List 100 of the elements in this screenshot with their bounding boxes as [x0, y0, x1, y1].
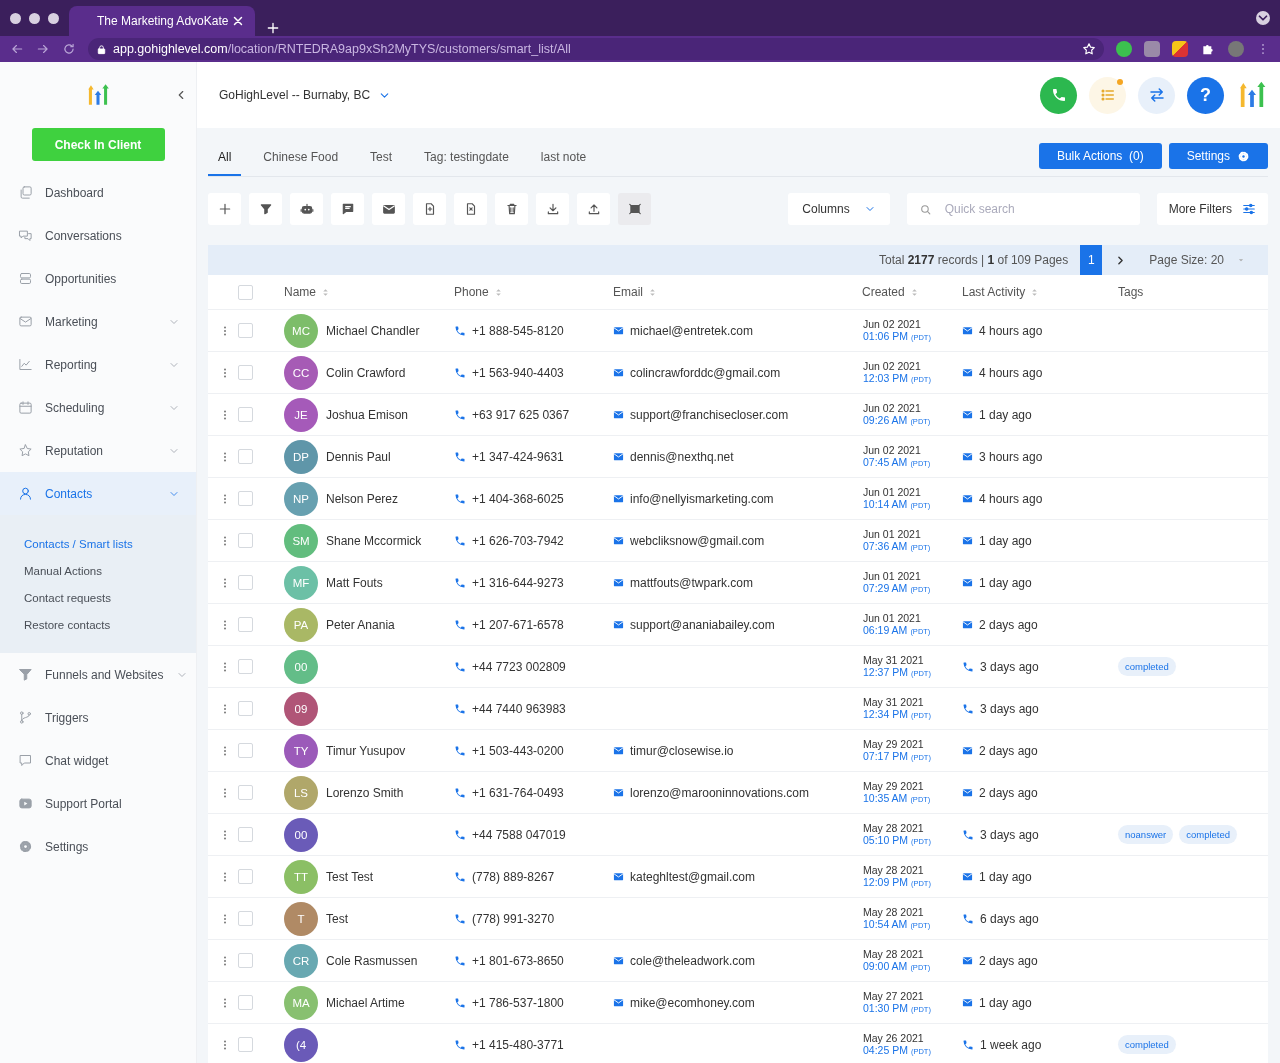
sidebar-item[interactable]: Contacts [0, 472, 196, 515]
crossed-box-button[interactable] [618, 193, 651, 225]
extension-icon[interactable] [1116, 41, 1132, 57]
row-checkbox[interactable] [238, 575, 253, 590]
trash-button[interactable] [495, 193, 528, 225]
submenu-item[interactable]: Restore contacts [0, 612, 196, 639]
bookmark-icon[interactable] [1082, 42, 1096, 56]
message-button[interactable] [331, 193, 364, 225]
smart-list-tab[interactable]: All [208, 150, 242, 176]
contact-name[interactable]: Michael Artime [326, 995, 405, 1010]
column-header[interactable]: Phone [454, 285, 489, 299]
switch-button[interactable] [1138, 76, 1175, 114]
contact-name[interactable]: Timur Yusupov [326, 743, 406, 758]
row-checkbox[interactable] [238, 365, 253, 380]
column-header[interactable]: Name [284, 285, 316, 299]
page-number[interactable]: 1 [1080, 245, 1103, 275]
window-control[interactable] [29, 12, 40, 24]
contact-name[interactable]: Colin Crawford [326, 365, 406, 380]
more-filters-button[interactable]: More Filters [1156, 193, 1268, 225]
sidebar-item[interactable]: Reporting [0, 343, 196, 386]
contact-avatar: MC [284, 313, 318, 348]
sidebar-item[interactable]: Support Portal [0, 782, 196, 825]
sidebar-item[interactable]: Opportunities [0, 257, 196, 300]
row-checkbox[interactable] [238, 1037, 253, 1052]
row-checkbox[interactable] [238, 869, 253, 884]
tag-remove-button[interactable] [454, 193, 487, 225]
smart-list-tab[interactable]: Chinese Food [253, 150, 349, 176]
contact-name[interactable]: Matt Fouts [326, 575, 383, 590]
robot-button[interactable] [290, 193, 323, 225]
bulk-actions-button[interactable]: Bulk Actions (0) [1038, 143, 1162, 169]
contact-name[interactable]: Dennis Paul [326, 449, 391, 464]
search-field[interactable]: Quick search [906, 193, 1140, 225]
column-header[interactable]: Last Activity [962, 285, 1026, 299]
browser-tab[interactable]: The Marketing AdvoKate [69, 6, 255, 36]
columns-button[interactable]: Columns [788, 193, 890, 225]
upload-button[interactable] [577, 193, 610, 225]
column-header[interactable]: Created [862, 285, 905, 299]
row-checkbox[interactable] [238, 659, 253, 674]
tasks-button[interactable] [1089, 76, 1126, 114]
contact-name[interactable]: Nelson Perez [326, 491, 399, 506]
row-checkbox[interactable] [238, 323, 253, 338]
submenu-item[interactable]: Manual Actions [0, 558, 196, 585]
add-button[interactable] [208, 193, 241, 225]
sidebar-item[interactable]: Scheduling [0, 386, 196, 429]
contact-name[interactable]: Shane Mccormick [326, 533, 422, 548]
row-checkbox[interactable] [238, 491, 253, 506]
contact-name[interactable]: Cole Rasmussen [326, 953, 418, 968]
row-checkbox[interactable] [238, 827, 253, 842]
new-tab-icon[interactable] [265, 20, 281, 36]
sidebar-item[interactable]: Dashboard [0, 171, 196, 214]
contact-name[interactable]: Test Test [326, 869, 374, 884]
smart-list-tab[interactable]: last note [530, 150, 597, 176]
help-button[interactable]: ? [1187, 76, 1224, 114]
sidebar-item[interactable]: Settings [0, 825, 196, 868]
row-checkbox[interactable] [238, 407, 253, 422]
tag-add-button[interactable] [413, 193, 446, 225]
download-button[interactable] [536, 193, 569, 225]
row-checkbox[interactable] [238, 953, 253, 968]
window-control[interactable] [48, 12, 59, 24]
reload-icon[interactable] [62, 42, 76, 56]
mail-button[interactable] [372, 193, 405, 225]
submenu-item[interactable]: Contact requests [0, 585, 196, 612]
row-checkbox[interactable] [238, 743, 253, 758]
column-header[interactable]: Email [613, 285, 643, 299]
row-checkbox[interactable] [238, 701, 253, 716]
profile-avatar[interactable] [1228, 41, 1244, 57]
contact-name[interactable]: Peter Anania [326, 617, 395, 632]
window-control[interactable] [10, 12, 21, 24]
row-checkbox[interactable] [238, 785, 253, 800]
page-size-select[interactable]: Page Size: 20 [1149, 253, 1246, 267]
sidebar-item[interactable]: Chat widget [0, 739, 196, 782]
contact-name[interactable]: Test [326, 911, 348, 926]
call-button[interactable] [1040, 76, 1077, 114]
contact-name[interactable]: Michael Chandler [326, 323, 420, 338]
contact-name[interactable]: Lorenzo Smith [326, 785, 404, 800]
smart-list-tab[interactable]: Tag: testingdate [414, 150, 519, 176]
contact-name[interactable]: Joshua Emison [326, 407, 409, 422]
submenu-item[interactable]: Contacts / Smart lists [0, 531, 196, 558]
select-all-checkbox[interactable] [238, 284, 253, 300]
row-checkbox[interactable] [238, 617, 253, 632]
row-checkbox[interactable] [238, 911, 253, 926]
sidebar-item[interactable]: Conversations [0, 214, 196, 257]
sidebar-item[interactable]: Reputation [0, 429, 196, 472]
location-selector[interactable]: GoHighLevel -- Burnaby, BC [219, 88, 371, 102]
extension-icon[interactable] [1172, 41, 1188, 57]
extension-icon[interactable] [1144, 41, 1160, 57]
dropdown-icon[interactable] [1256, 11, 1270, 25]
back-icon[interactable] [10, 42, 24, 56]
settings-button[interactable]: Settings [1168, 143, 1268, 169]
address-bar[interactable]: app.gohighlevel.com/location/RNTEDRA9ap9xSh2MyTYS/customers/smart_list/All [88, 38, 1104, 60]
close-icon[interactable] [231, 14, 245, 28]
sidebar-item[interactable]: Funnels and Websites [0, 653, 196, 696]
row-checkbox[interactable] [238, 533, 253, 548]
row-checkbox[interactable] [238, 995, 253, 1010]
sidebar-item[interactable]: Marketing [0, 300, 196, 343]
sidebar-item[interactable]: Triggers [0, 696, 196, 739]
smart-list-tab[interactable]: Test [360, 150, 403, 176]
row-checkbox[interactable] [238, 449, 253, 464]
filter-button[interactable] [249, 193, 282, 225]
forward-icon[interactable] [36, 42, 50, 56]
